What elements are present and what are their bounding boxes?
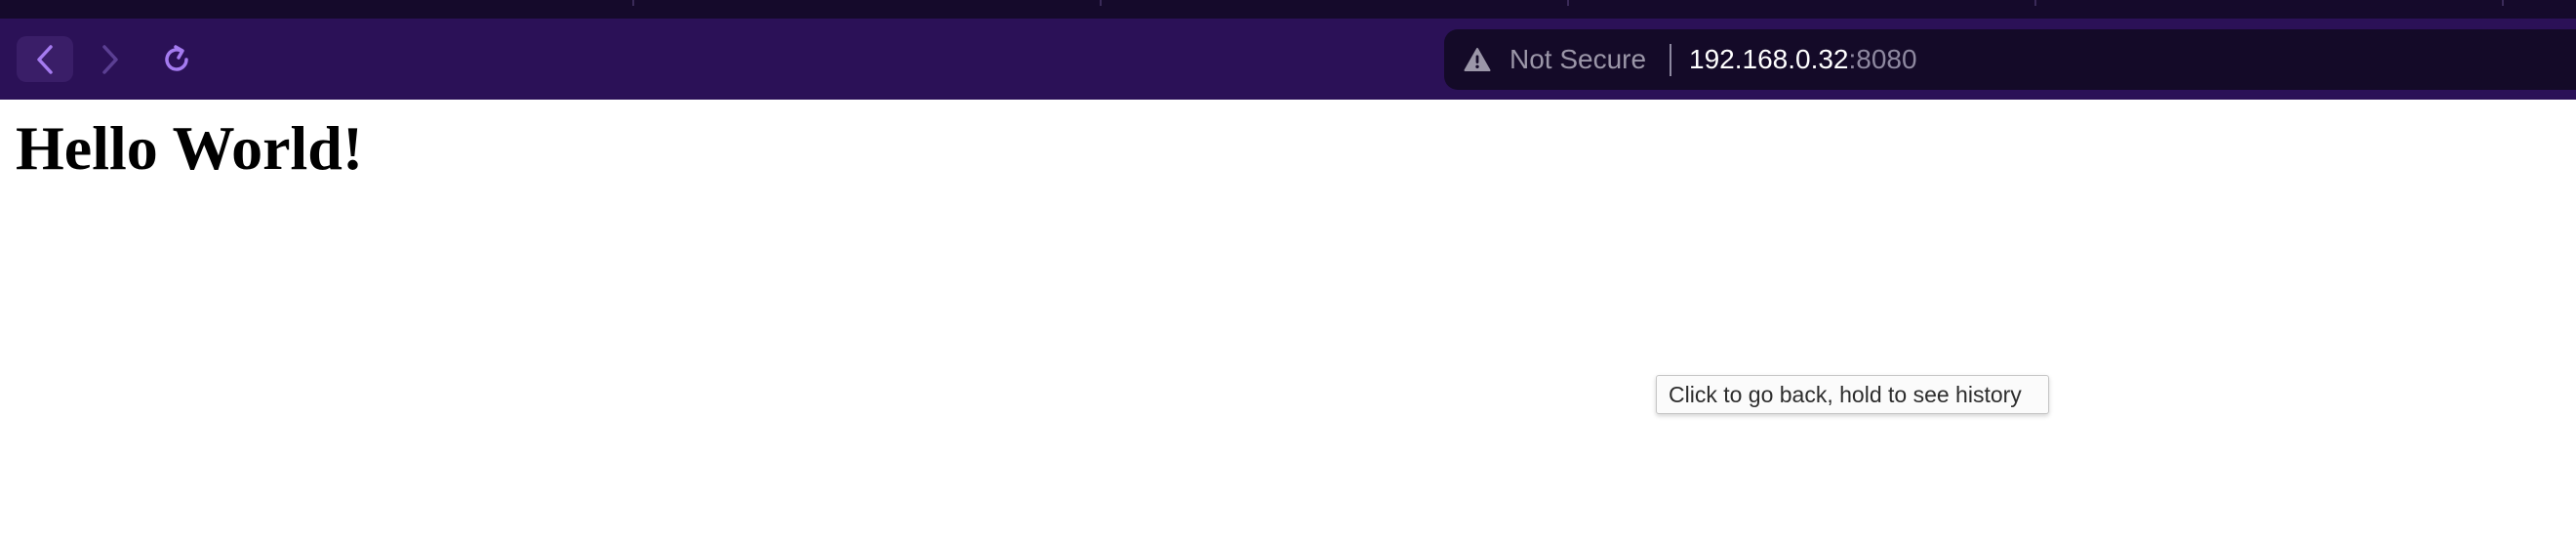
address-bar[interactable]: Not Secure 192.168.0.32:8080 [1444,29,2576,90]
chevron-left-icon [37,44,53,74]
browser-toolbar: Not Secure 192.168.0.32:8080 [0,19,2576,100]
back-button[interactable] [17,36,73,82]
warning-triangle-icon [1464,48,1491,71]
reload-button[interactable] [148,36,205,82]
forward-button[interactable] [82,36,139,82]
back-button-tooltip: Click to go back, hold to see history [1656,375,2049,414]
security-label[interactable]: Not Secure [1509,45,1646,74]
tab-separator [632,0,634,6]
tab-separator [1100,0,1102,6]
url-host: 192.168.0.32 [1689,44,1849,74]
url-text[interactable]: 192.168.0.32:8080 [1689,45,1917,74]
tab-separator [2502,0,2504,6]
tab-separator [2034,0,2036,6]
reload-icon [165,44,188,71]
url-port: :8080 [1848,44,1917,74]
tab-separator [1567,0,1569,6]
page-heading: Hello World! [16,113,364,183]
address-divider [1670,44,1671,76]
tab-strip [0,0,2576,19]
chevron-right-icon [102,44,118,74]
